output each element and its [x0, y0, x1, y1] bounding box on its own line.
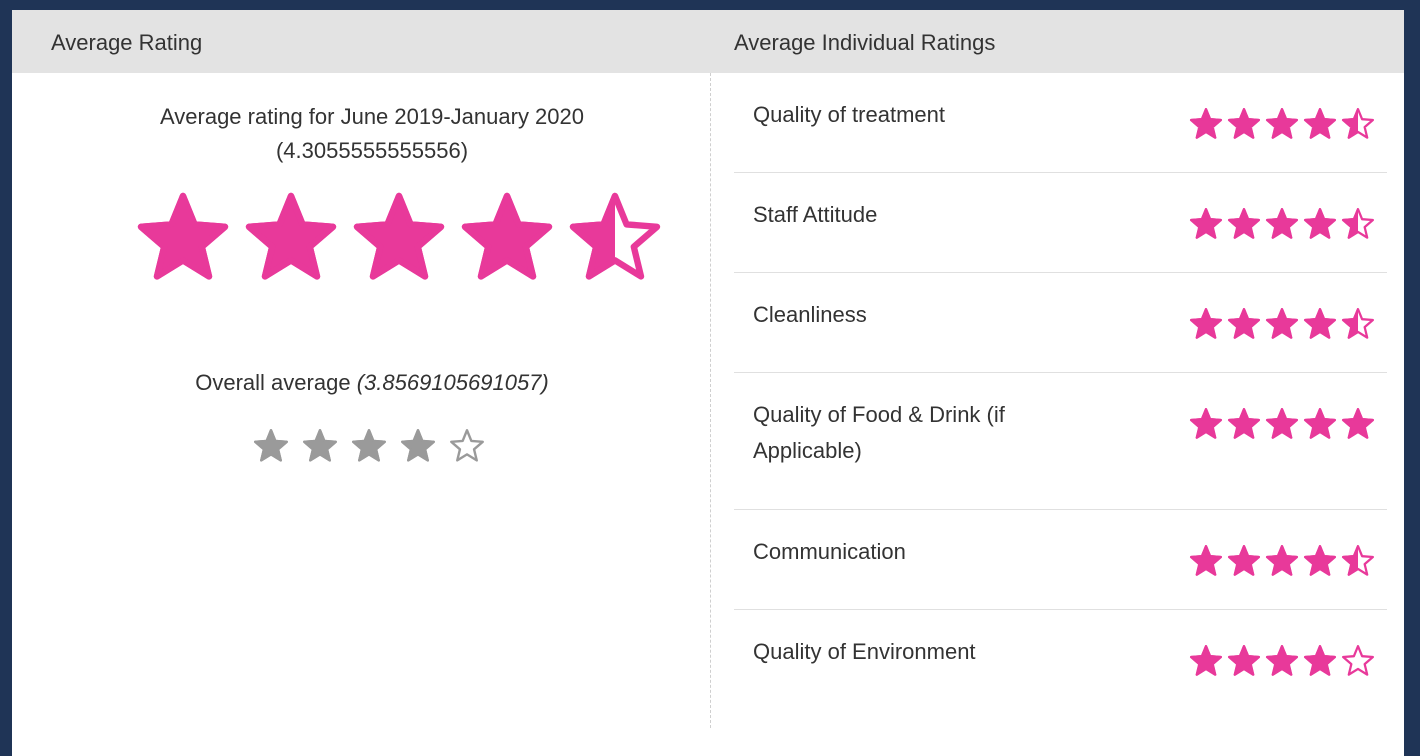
- star-empty-icon: [1341, 644, 1375, 676]
- rating-row: Quality of Food & Drink (if Applicable): [734, 373, 1387, 510]
- rating-row-label: Staff Attitude: [753, 202, 878, 227]
- star-filled-icon: [1227, 544, 1261, 576]
- average-rating-heading: Average Rating: [51, 30, 203, 55]
- star-filled-icon: [1189, 644, 1223, 676]
- panel-header: Average Rating Average Individual Rating…: [12, 10, 1404, 73]
- rating-row: Staff Attitude: [734, 173, 1387, 273]
- star-filled-icon: [1303, 644, 1337, 676]
- star-filled-icon: [1189, 207, 1223, 239]
- average-rating-value: (4.3055555555556): [275, 138, 469, 163]
- rating-row: Quality of Environment: [734, 610, 1387, 720]
- star-filled-icon: [303, 429, 337, 462]
- rating-row-label: Quality of Environment: [753, 639, 976, 664]
- star-filled-icon: [1265, 207, 1299, 239]
- star-half-icon: [569, 192, 661, 280]
- overall-average-label: Overall average (3.8569105691057): [52, 370, 692, 396]
- star-filled-icon: [401, 429, 435, 462]
- star-half-icon: [1341, 307, 1375, 339]
- star-filled-icon: [353, 192, 445, 280]
- star-filled-icon: [1189, 107, 1223, 139]
- rating-row-label: Communication: [753, 539, 906, 564]
- star-filled-icon: [1303, 544, 1337, 576]
- rating-row-stars: [1189, 207, 1375, 241]
- individual-ratings-heading: Average Individual Ratings: [734, 30, 996, 55]
- star-filled-icon: [1265, 107, 1299, 139]
- individual-ratings-list: Quality of treatment Staff Attitude Cleanl…: [734, 73, 1387, 720]
- overall-average-text: Overall average: [195, 370, 351, 395]
- star-filled-icon: [1265, 307, 1299, 339]
- rating-row-stars: [1189, 544, 1375, 578]
- rating-row-stars: [1189, 407, 1375, 441]
- rating-row: Cleanliness: [734, 273, 1387, 373]
- star-filled-icon: [1227, 107, 1261, 139]
- star-filled-icon: [245, 192, 337, 280]
- star-filled-icon: [1341, 407, 1375, 439]
- average-star-rating: [135, 190, 663, 286]
- rating-row-stars: [1189, 107, 1375, 141]
- average-rating-label: Average rating for June 2019-January 202…: [52, 100, 692, 168]
- star-filled-icon: [1189, 307, 1223, 339]
- star-filled-icon: [1227, 407, 1261, 439]
- rating-row: Quality of treatment: [734, 73, 1387, 173]
- column-divider: [710, 73, 711, 728]
- star-filled-icon: [1189, 407, 1223, 439]
- star-filled-icon: [1227, 207, 1261, 239]
- star-half-icon: [1341, 207, 1375, 239]
- star-filled-icon: [1265, 407, 1299, 439]
- average-rating-period: Average rating for June 2019-January 202…: [160, 104, 584, 129]
- star-filled-icon: [1303, 407, 1337, 439]
- ratings-panel: Average Rating Average Individual Rating…: [12, 10, 1404, 756]
- star-filled-icon: [461, 192, 553, 280]
- star-half-icon: [1341, 107, 1375, 139]
- rating-row-label: Quality of treatment: [753, 102, 945, 127]
- star-filled-icon: [254, 429, 288, 462]
- rating-row: Communication: [734, 510, 1387, 610]
- rating-row-stars: [1189, 644, 1375, 678]
- star-filled-icon: [1303, 107, 1337, 139]
- star-filled-icon: [137, 192, 229, 280]
- star-filled-icon: [1265, 644, 1299, 676]
- star-filled-icon: [1265, 544, 1299, 576]
- star-filled-icon: [1303, 207, 1337, 239]
- rating-row-label: Cleanliness: [753, 302, 867, 327]
- rating-row-stars: [1189, 307, 1375, 341]
- star-filled-icon: [1303, 307, 1337, 339]
- rating-row-label: Quality of Food & Drink (if Applicable): [753, 402, 1005, 463]
- star-filled-icon: [1189, 544, 1223, 576]
- overall-average-value: (3.8569105691057): [356, 370, 549, 395]
- star-filled-icon: [1227, 307, 1261, 339]
- star-filled-icon: [352, 429, 386, 462]
- star-half-icon: [1341, 544, 1375, 576]
- overall-star-rating: [253, 428, 485, 464]
- star-filled-icon: [1227, 644, 1261, 676]
- star-empty-icon: [450, 429, 484, 462]
